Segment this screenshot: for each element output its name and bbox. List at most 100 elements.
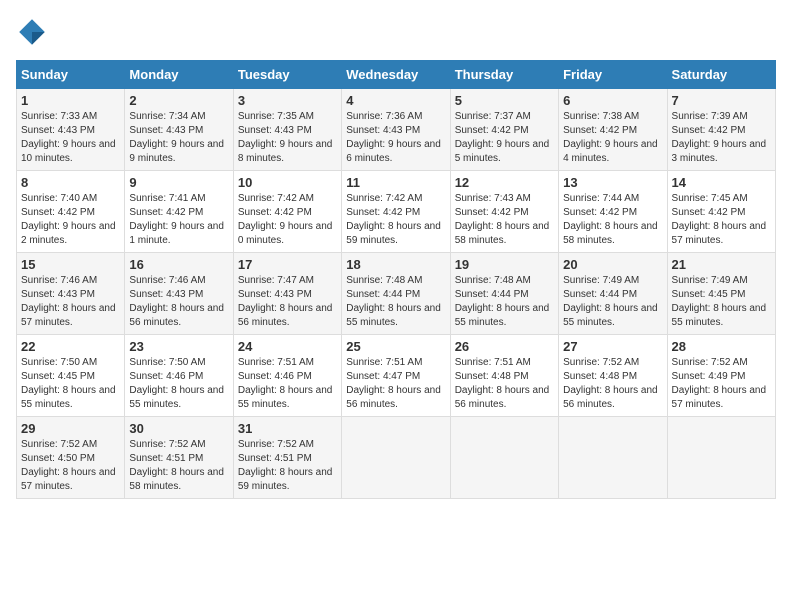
day-info: Sunrise: 7:52 AM Sunset: 4:49 PM Dayligh… <box>672 356 771 412</box>
day-info: Sunrise: 7:36 AM Sunset: 4:43 PM Dayligh… <box>346 110 445 166</box>
day-cell-10: 10 Sunrise: 7:42 AM Sunset: 4:42 PM Dayl… <box>233 171 341 253</box>
day-info: Sunrise: 7:48 AM Sunset: 4:44 PM Dayligh… <box>346 274 445 330</box>
empty-cell <box>559 417 667 499</box>
day-cell-17: 17 Sunrise: 7:47 AM Sunset: 4:43 PM Dayl… <box>233 253 341 335</box>
day-cell-21: 21 Sunrise: 7:49 AM Sunset: 4:45 PM Dayl… <box>667 253 775 335</box>
day-number: 31 <box>238 421 337 436</box>
day-cell-12: 12 Sunrise: 7:43 AM Sunset: 4:42 PM Dayl… <box>450 171 558 253</box>
day-cell-14: 14 Sunrise: 7:45 AM Sunset: 4:42 PM Dayl… <box>667 171 775 253</box>
day-cell-20: 20 Sunrise: 7:49 AM Sunset: 4:44 PM Dayl… <box>559 253 667 335</box>
day-number: 9 <box>129 175 228 190</box>
calendar-week-2: 8 Sunrise: 7:40 AM Sunset: 4:42 PM Dayli… <box>17 171 776 253</box>
day-number: 4 <box>346 93 445 108</box>
day-info: Sunrise: 7:52 AM Sunset: 4:50 PM Dayligh… <box>21 438 120 494</box>
day-cell-8: 8 Sunrise: 7:40 AM Sunset: 4:42 PM Dayli… <box>17 171 125 253</box>
day-cell-11: 11 Sunrise: 7:42 AM Sunset: 4:42 PM Dayl… <box>342 171 450 253</box>
day-number: 24 <box>238 339 337 354</box>
day-cell-29: 29 Sunrise: 7:52 AM Sunset: 4:50 PM Dayl… <box>17 417 125 499</box>
day-cell-22: 22 Sunrise: 7:50 AM Sunset: 4:45 PM Dayl… <box>17 335 125 417</box>
day-cell-5: 5 Sunrise: 7:37 AM Sunset: 4:42 PM Dayli… <box>450 89 558 171</box>
day-info: Sunrise: 7:40 AM Sunset: 4:42 PM Dayligh… <box>21 192 120 248</box>
day-info: Sunrise: 7:51 AM Sunset: 4:48 PM Dayligh… <box>455 356 554 412</box>
day-info: Sunrise: 7:45 AM Sunset: 4:42 PM Dayligh… <box>672 192 771 248</box>
day-number: 7 <box>672 93 771 108</box>
day-number: 26 <box>455 339 554 354</box>
day-cell-15: 15 Sunrise: 7:46 AM Sunset: 4:43 PM Dayl… <box>17 253 125 335</box>
logo-icon <box>16 16 48 48</box>
day-cell-28: 28 Sunrise: 7:52 AM Sunset: 4:49 PM Dayl… <box>667 335 775 417</box>
day-info: Sunrise: 7:39 AM Sunset: 4:42 PM Dayligh… <box>672 110 771 166</box>
day-info: Sunrise: 7:42 AM Sunset: 4:42 PM Dayligh… <box>346 192 445 248</box>
day-number: 13 <box>563 175 662 190</box>
day-info: Sunrise: 7:42 AM Sunset: 4:42 PM Dayligh… <box>238 192 337 248</box>
day-number: 21 <box>672 257 771 272</box>
calendar-header: Sunday Monday Tuesday Wednesday Thursday… <box>17 61 776 89</box>
col-monday: Monday <box>125 61 233 89</box>
day-cell-7: 7 Sunrise: 7:39 AM Sunset: 4:42 PM Dayli… <box>667 89 775 171</box>
day-info: Sunrise: 7:47 AM Sunset: 4:43 PM Dayligh… <box>238 274 337 330</box>
day-cell-18: 18 Sunrise: 7:48 AM Sunset: 4:44 PM Dayl… <box>342 253 450 335</box>
weekday-row: Sunday Monday Tuesday Wednesday Thursday… <box>17 61 776 89</box>
day-number: 10 <box>238 175 337 190</box>
day-number: 11 <box>346 175 445 190</box>
day-info: Sunrise: 7:49 AM Sunset: 4:45 PM Dayligh… <box>672 274 771 330</box>
day-cell-19: 19 Sunrise: 7:48 AM Sunset: 4:44 PM Dayl… <box>450 253 558 335</box>
day-number: 28 <box>672 339 771 354</box>
day-info: Sunrise: 7:46 AM Sunset: 4:43 PM Dayligh… <box>129 274 228 330</box>
empty-cell <box>342 417 450 499</box>
calendar-table: Sunday Monday Tuesday Wednesday Thursday… <box>16 60 776 499</box>
day-cell-25: 25 Sunrise: 7:51 AM Sunset: 4:47 PM Dayl… <box>342 335 450 417</box>
day-info: Sunrise: 7:34 AM Sunset: 4:43 PM Dayligh… <box>129 110 228 166</box>
day-number: 5 <box>455 93 554 108</box>
day-cell-31: 31 Sunrise: 7:52 AM Sunset: 4:51 PM Dayl… <box>233 417 341 499</box>
day-cell-4: 4 Sunrise: 7:36 AM Sunset: 4:43 PM Dayli… <box>342 89 450 171</box>
calendar-week-3: 15 Sunrise: 7:46 AM Sunset: 4:43 PM Dayl… <box>17 253 776 335</box>
calendar-week-4: 22 Sunrise: 7:50 AM Sunset: 4:45 PM Dayl… <box>17 335 776 417</box>
day-number: 17 <box>238 257 337 272</box>
day-info: Sunrise: 7:50 AM Sunset: 4:45 PM Dayligh… <box>21 356 120 412</box>
calendar-week-1: 1 Sunrise: 7:33 AM Sunset: 4:43 PM Dayli… <box>17 89 776 171</box>
day-cell-27: 27 Sunrise: 7:52 AM Sunset: 4:48 PM Dayl… <box>559 335 667 417</box>
col-thursday: Thursday <box>450 61 558 89</box>
day-number: 23 <box>129 339 228 354</box>
day-info: Sunrise: 7:51 AM Sunset: 4:46 PM Dayligh… <box>238 356 337 412</box>
day-number: 27 <box>563 339 662 354</box>
day-cell-23: 23 Sunrise: 7:50 AM Sunset: 4:46 PM Dayl… <box>125 335 233 417</box>
day-number: 15 <box>21 257 120 272</box>
col-tuesday: Tuesday <box>233 61 341 89</box>
calendar-week-5: 29 Sunrise: 7:52 AM Sunset: 4:50 PM Dayl… <box>17 417 776 499</box>
day-number: 20 <box>563 257 662 272</box>
page-header <box>16 16 776 48</box>
empty-cell <box>450 417 558 499</box>
day-number: 1 <box>21 93 120 108</box>
day-info: Sunrise: 7:37 AM Sunset: 4:42 PM Dayligh… <box>455 110 554 166</box>
day-info: Sunrise: 7:52 AM Sunset: 4:51 PM Dayligh… <box>129 438 228 494</box>
day-info: Sunrise: 7:41 AM Sunset: 4:42 PM Dayligh… <box>129 192 228 248</box>
day-cell-13: 13 Sunrise: 7:44 AM Sunset: 4:42 PM Dayl… <box>559 171 667 253</box>
day-info: Sunrise: 7:38 AM Sunset: 4:42 PM Dayligh… <box>563 110 662 166</box>
logo <box>16 16 52 48</box>
day-number: 2 <box>129 93 228 108</box>
day-cell-26: 26 Sunrise: 7:51 AM Sunset: 4:48 PM Dayl… <box>450 335 558 417</box>
day-info: Sunrise: 7:48 AM Sunset: 4:44 PM Dayligh… <box>455 274 554 330</box>
day-number: 14 <box>672 175 771 190</box>
day-number: 30 <box>129 421 228 436</box>
day-info: Sunrise: 7:51 AM Sunset: 4:47 PM Dayligh… <box>346 356 445 412</box>
calendar-body: 1 Sunrise: 7:33 AM Sunset: 4:43 PM Dayli… <box>17 89 776 499</box>
day-number: 8 <box>21 175 120 190</box>
day-info: Sunrise: 7:44 AM Sunset: 4:42 PM Dayligh… <box>563 192 662 248</box>
day-cell-6: 6 Sunrise: 7:38 AM Sunset: 4:42 PM Dayli… <box>559 89 667 171</box>
day-cell-1: 1 Sunrise: 7:33 AM Sunset: 4:43 PM Dayli… <box>17 89 125 171</box>
empty-cell <box>667 417 775 499</box>
day-cell-2: 2 Sunrise: 7:34 AM Sunset: 4:43 PM Dayli… <box>125 89 233 171</box>
day-info: Sunrise: 7:49 AM Sunset: 4:44 PM Dayligh… <box>563 274 662 330</box>
day-number: 19 <box>455 257 554 272</box>
day-info: Sunrise: 7:35 AM Sunset: 4:43 PM Dayligh… <box>238 110 337 166</box>
day-number: 29 <box>21 421 120 436</box>
col-sunday: Sunday <box>17 61 125 89</box>
day-number: 6 <box>563 93 662 108</box>
day-number: 16 <box>129 257 228 272</box>
day-number: 12 <box>455 175 554 190</box>
day-number: 3 <box>238 93 337 108</box>
day-info: Sunrise: 7:50 AM Sunset: 4:46 PM Dayligh… <box>129 356 228 412</box>
